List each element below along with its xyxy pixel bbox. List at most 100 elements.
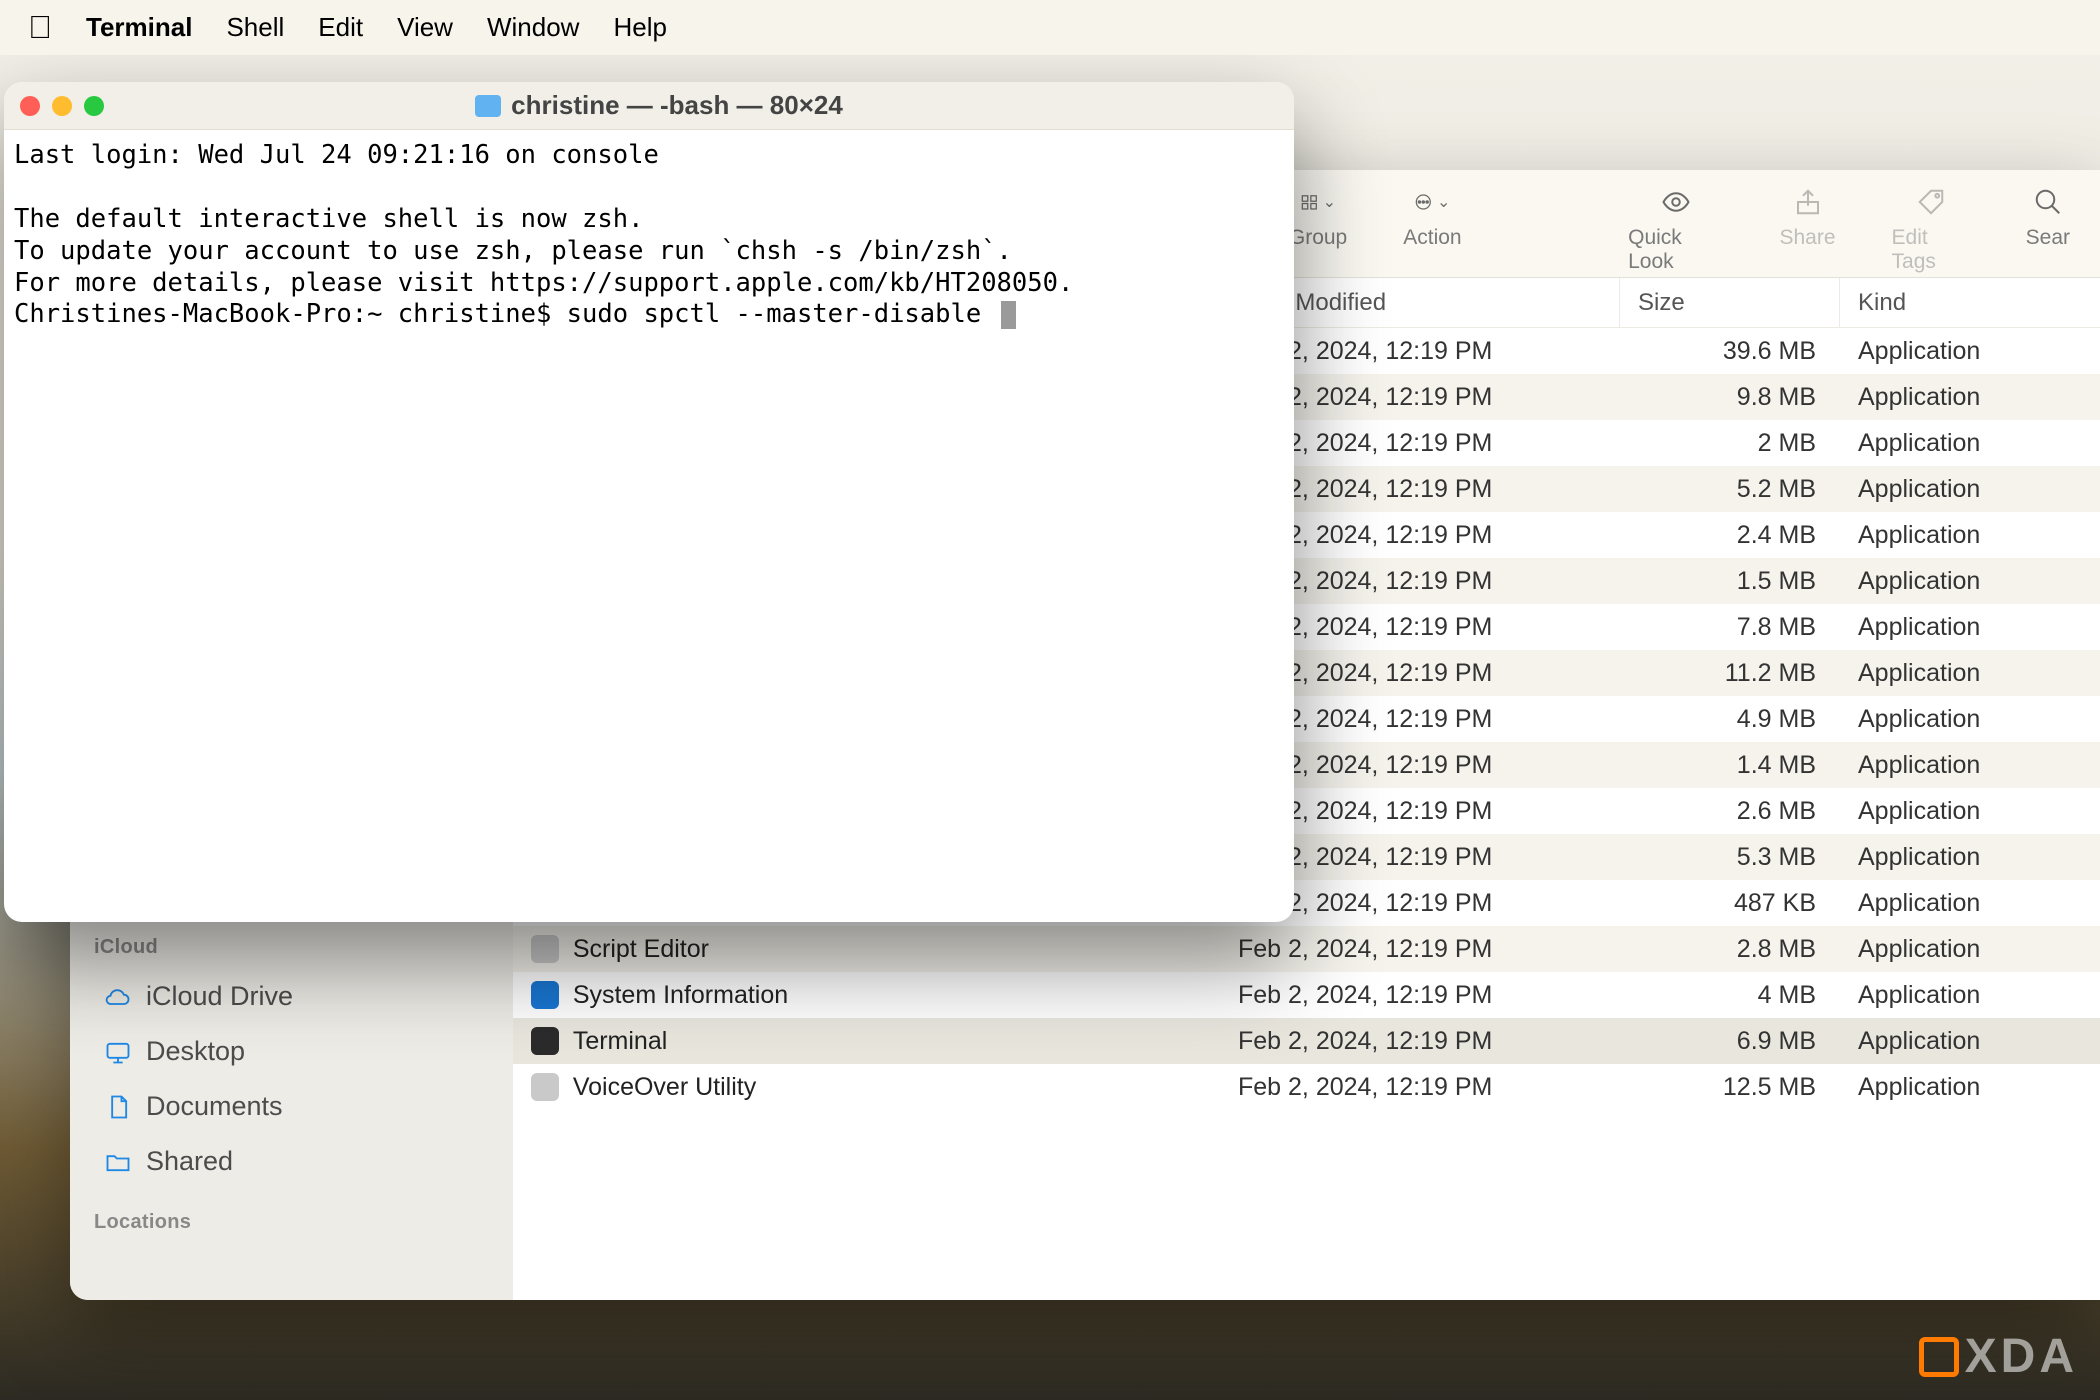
toolbar-share[interactable]: Share	[1780, 184, 1836, 250]
sidebar-item-label: iCloud Drive	[146, 981, 293, 1012]
action-icon	[1414, 187, 1433, 217]
file-size: 11.2 MB	[1620, 659, 1840, 688]
file-size: 39.6 MB	[1620, 337, 1840, 366]
file-kind: Application	[1840, 659, 2100, 688]
toolbar-label: Share	[1780, 226, 1836, 250]
file-size: 7.8 MB	[1620, 613, 1840, 642]
file-size: 1.5 MB	[1620, 567, 1840, 596]
xda-watermark: XDA	[1919, 1329, 2078, 1384]
apple-menu-icon[interactable]: 	[28, 9, 52, 46]
table-row[interactable]: VoiceOver Utility Feb 2, 2024, 12:19 PM12…	[513, 1064, 2100, 1110]
toolbar-group[interactable]: ⌄ Group	[1289, 184, 1347, 250]
traffic-lights	[20, 96, 104, 116]
sidebar-heading-icloud: iCloud	[94, 936, 489, 959]
search-icon	[2033, 187, 2063, 217]
file-date: Feb 2, 2024, 12:19 PM	[1220, 981, 1620, 1010]
sidebar-item-desktop[interactable]: Desktop	[94, 1028, 489, 1075]
file-size: 6.9 MB	[1620, 1027, 1840, 1056]
file-size: 2 MB	[1620, 429, 1840, 458]
eye-icon	[1661, 187, 1691, 217]
toolbar-quicklook[interactable]: Quick Look	[1628, 184, 1723, 274]
file-kind: Application	[1840, 751, 2100, 780]
file-size: 4 MB	[1620, 981, 1840, 1010]
file-kind: Application	[1840, 797, 2100, 826]
app-icon	[531, 981, 559, 1009]
file-size: 487 KB	[1620, 889, 1840, 918]
terminal-body[interactable]: Last login: Wed Jul 24 09:21:16 on conso…	[4, 130, 1294, 341]
file-size: 9.8 MB	[1620, 383, 1840, 412]
terminal-titlebar[interactable]: christine — -bash — 80×24	[4, 82, 1294, 130]
file-size: 2.4 MB	[1620, 521, 1840, 550]
sidebar-item-icloud-drive[interactable]: iCloud Drive	[94, 973, 489, 1020]
file-name: System Information	[573, 981, 788, 1010]
sidebar-heading-locations: Locations	[94, 1211, 489, 1234]
file-name: VoiceOver Utility	[573, 1073, 756, 1102]
toolbar-action[interactable]: ⌄ Action	[1403, 184, 1461, 250]
file-kind: Application	[1840, 383, 2100, 412]
table-row[interactable]: System Information Feb 2, 2024, 12:19 PM4…	[513, 972, 2100, 1018]
file-date: Feb 2, 2024, 12:19 PM	[1220, 1027, 1620, 1056]
toolbar-label: Group	[1289, 226, 1347, 250]
cloud-icon	[104, 983, 132, 1011]
file-kind: Application	[1840, 1027, 2100, 1056]
file-kind: Application	[1840, 981, 2100, 1010]
file-kind: Application	[1840, 613, 2100, 642]
file-kind: Application	[1840, 705, 2100, 734]
file-kind: Application	[1840, 1073, 2100, 1102]
desktop-icon	[104, 1038, 132, 1066]
file-kind: Application	[1840, 843, 2100, 872]
menu-bar:  Terminal Shell Edit View Window Help	[0, 0, 2100, 55]
xda-logo-icon	[1919, 1337, 1959, 1377]
terminal-cursor	[1001, 301, 1016, 329]
file-date: Feb 2, 2024, 12:19 PM	[1220, 935, 1620, 964]
file-size: 1.4 MB	[1620, 751, 1840, 780]
file-kind: Application	[1840, 935, 2100, 964]
sidebar-item-label: Documents	[146, 1091, 283, 1122]
col-size[interactable]: Size	[1620, 278, 1840, 327]
xda-text: XDA	[1965, 1329, 2078, 1384]
table-row[interactable]: Terminal Feb 2, 2024, 12:19 PM6.9 MBAppli…	[513, 1018, 2100, 1064]
sidebar-item-label: Desktop	[146, 1036, 245, 1067]
file-kind: Application	[1840, 475, 2100, 504]
file-date: Feb 2, 2024, 12:19 PM	[1220, 1073, 1620, 1102]
menu-edit[interactable]: Edit	[318, 12, 363, 43]
zoom-button[interactable]	[84, 96, 104, 116]
toolbar-edit-tags[interactable]: Edit Tags	[1892, 184, 1970, 274]
app-icon	[531, 935, 559, 963]
menu-shell[interactable]: Shell	[226, 12, 284, 43]
file-name: Script Editor	[573, 935, 709, 964]
terminal-window[interactable]: christine — -bash — 80×24 Last login: We…	[4, 82, 1294, 922]
terminal-title: christine — -bash — 80×24	[511, 90, 843, 121]
toolbar-label: Quick Look	[1628, 226, 1723, 274]
file-size: 12.5 MB	[1620, 1073, 1840, 1102]
menu-help[interactable]: Help	[613, 12, 666, 43]
app-icon	[531, 1027, 559, 1055]
close-button[interactable]	[20, 96, 40, 116]
menu-view[interactable]: View	[397, 12, 453, 43]
file-kind: Application	[1840, 889, 2100, 918]
minimize-button[interactable]	[52, 96, 72, 116]
sidebar-item-documents[interactable]: Documents	[94, 1083, 489, 1130]
file-kind: Application	[1840, 521, 2100, 550]
sidebar-item-shared[interactable]: Shared	[94, 1138, 489, 1185]
toolbar-label: Action	[1403, 226, 1461, 250]
toolbar-search[interactable]: Sear	[2026, 184, 2070, 250]
app-menu[interactable]: Terminal	[86, 12, 192, 43]
col-kind[interactable]: Kind	[1840, 278, 2100, 327]
file-name: Terminal	[573, 1027, 667, 1056]
file-kind: Application	[1840, 337, 2100, 366]
table-row[interactable]: Script EditorFeb 2, 2024, 12:19 PM2.8 MB…	[513, 926, 2100, 972]
sidebar-item-label: Shared	[146, 1146, 233, 1177]
folder-icon	[475, 95, 501, 117]
doc-icon	[104, 1093, 132, 1121]
file-size: 5.3 MB	[1620, 843, 1840, 872]
menu-window[interactable]: Window	[487, 12, 579, 43]
tag-icon	[1916, 187, 1946, 217]
toolbar-label: Sear	[2026, 226, 2070, 250]
file-kind: Application	[1840, 429, 2100, 458]
folder-shared-icon	[104, 1148, 132, 1176]
group-icon	[1300, 187, 1319, 217]
file-size: 5.2 MB	[1620, 475, 1840, 504]
toolbar-label: Edit Tags	[1892, 226, 1970, 274]
share-icon	[1793, 187, 1823, 217]
